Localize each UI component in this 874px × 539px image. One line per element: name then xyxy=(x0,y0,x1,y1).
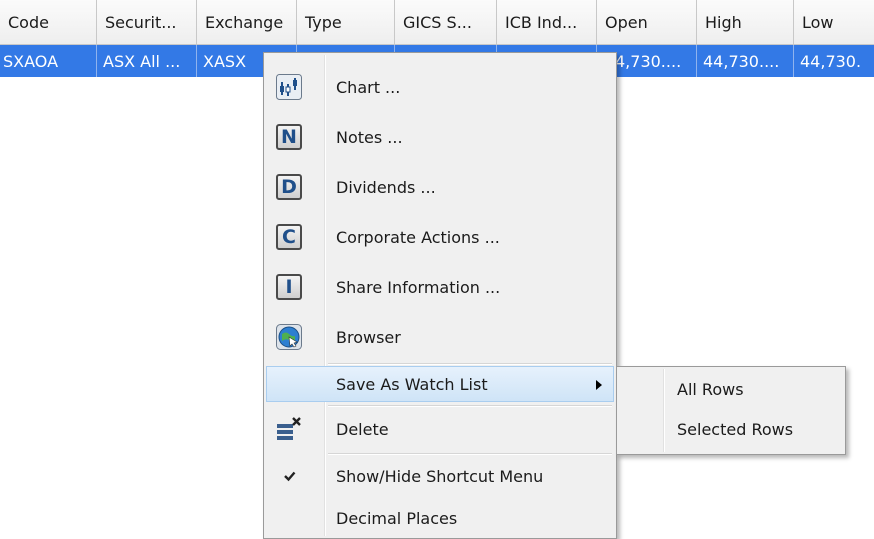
share-information-icon: I xyxy=(276,274,302,300)
menu-item-decimal-places[interactable]: Decimal Places xyxy=(266,498,614,538)
menu-item-label: Browser xyxy=(336,327,401,347)
column-header-type[interactable]: Type xyxy=(297,0,395,44)
submenu-item-all-rows[interactable]: All Rows xyxy=(619,372,843,408)
menu-item-label: Chart ... xyxy=(336,77,401,97)
grid-header: Code Securit... Exchange Type GICS S... … xyxy=(0,0,874,45)
submenu-item-label: All Rows xyxy=(677,380,744,399)
submenu-arrow-icon xyxy=(596,380,602,390)
menu-item-label: Share Information ... xyxy=(336,277,501,297)
menu-item-browser[interactable]: Browser xyxy=(266,315,614,359)
dividends-icon: D xyxy=(276,174,302,200)
menu-item-label: Delete xyxy=(336,419,389,439)
notes-icon: N xyxy=(276,124,302,150)
delete-icon xyxy=(276,416,302,442)
watch-list-submenu: All Rows Selected Rows xyxy=(616,366,846,455)
menu-item-label: Corporate Actions ... xyxy=(336,227,500,247)
menu-item-save-as-watch-list[interactable]: Save As Watch List xyxy=(266,366,614,402)
menu-item-label: Save As Watch List xyxy=(336,374,488,394)
column-header-security[interactable]: Securit... xyxy=(97,0,197,44)
column-header-gics-sector[interactable]: GICS S... xyxy=(395,0,497,44)
submenu-item-selected-rows[interactable]: Selected Rows xyxy=(619,412,843,448)
cell-low: 44,730. xyxy=(800,52,862,71)
submenu-item-label: Selected Rows xyxy=(677,420,794,439)
menu-item-notes[interactable]: N Notes ... xyxy=(266,115,614,159)
globe-icon xyxy=(276,324,302,350)
column-header-high[interactable]: High xyxy=(697,0,794,44)
cell-code: SXAOA xyxy=(0,45,97,77)
menu-separator xyxy=(328,363,612,365)
menu-item-show-hide-shortcut-menu[interactable]: Show/Hide Shortcut Menu xyxy=(266,456,614,496)
column-header-icb-industry[interactable]: ICB Ind... xyxy=(497,0,597,44)
menu-item-chart[interactable]: Chart ... xyxy=(266,65,614,109)
menu-item-corporate-actions[interactable]: C Corporate Actions ... xyxy=(266,215,614,259)
checkmark-icon xyxy=(276,463,302,489)
context-menu: Chart ... N Notes ... D Dividends ... C … xyxy=(263,52,617,539)
menu-separator xyxy=(328,453,612,455)
menu-item-dividends[interactable]: D Dividends ... xyxy=(266,165,614,209)
menu-item-label: Notes ... xyxy=(336,127,403,147)
menu-item-delete[interactable]: Delete xyxy=(266,409,614,449)
menu-item-share-information[interactable]: I Share Information ... xyxy=(266,265,614,309)
column-header-exchange[interactable]: Exchange xyxy=(197,0,297,44)
chart-icon xyxy=(276,74,302,100)
menu-item-label: Decimal Places xyxy=(336,508,458,528)
column-header-low[interactable]: Low xyxy=(794,0,874,44)
menu-item-label: Show/Hide Shortcut Menu xyxy=(336,466,544,486)
menu-item-label: Dividends ... xyxy=(336,177,436,197)
cell-security: ASX All ... xyxy=(97,45,197,77)
menu-separator xyxy=(328,405,612,407)
column-header-open[interactable]: Open xyxy=(597,0,697,44)
column-header-code[interactable]: Code xyxy=(0,0,97,44)
corporate-actions-icon: C xyxy=(276,224,302,250)
cell-high: 44,730.... xyxy=(697,45,794,77)
